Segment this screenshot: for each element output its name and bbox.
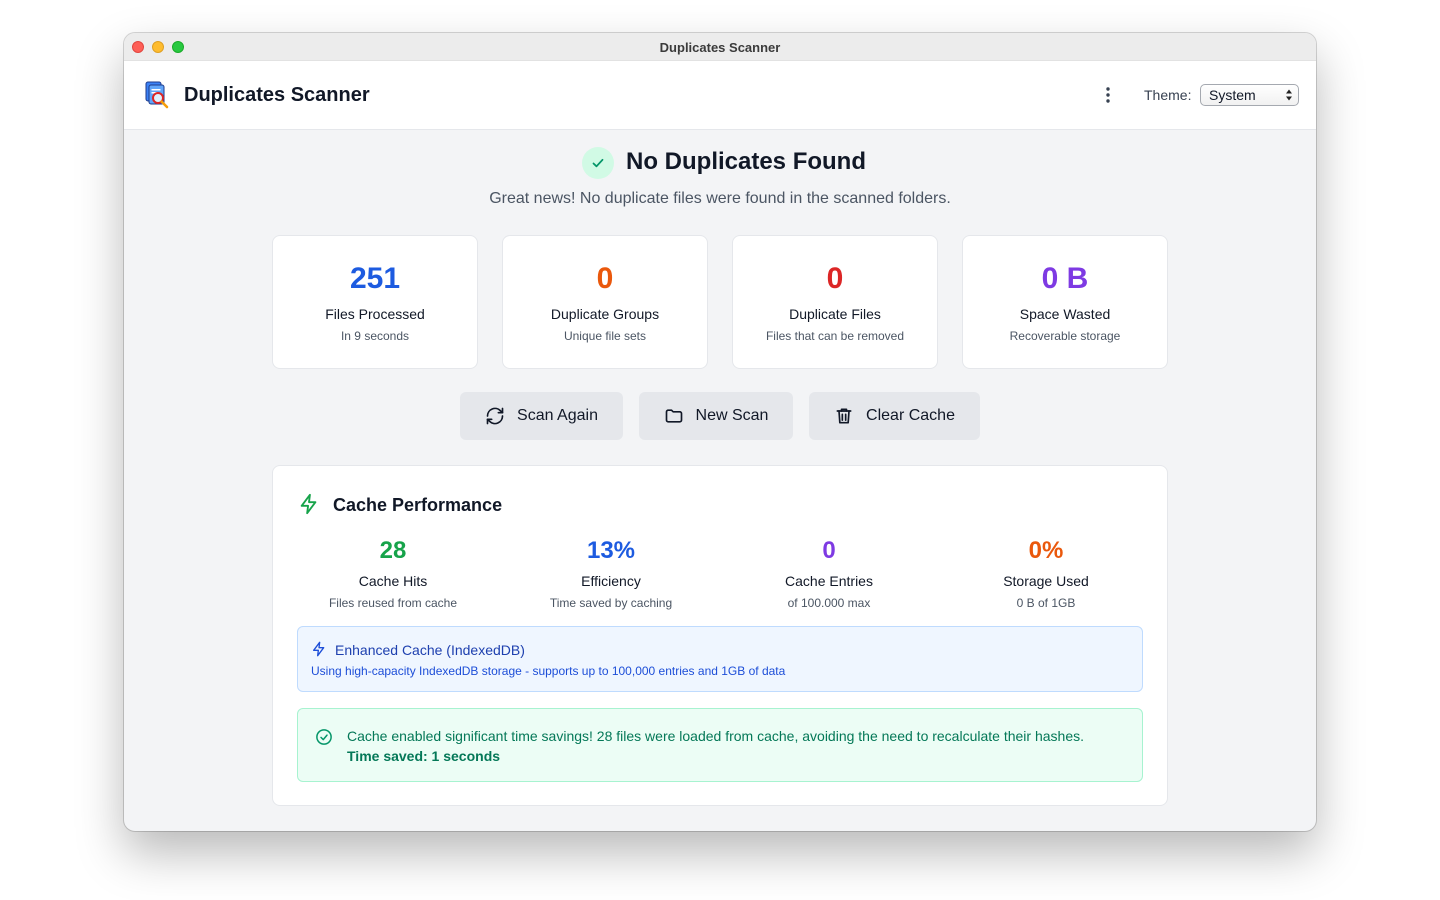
kebab-menu-icon[interactable] — [1098, 85, 1118, 105]
stat-card-files-processed: 251 Files Processed In 9 seconds — [272, 235, 478, 369]
window-titlebar[interactable]: Duplicates Scanner — [124, 33, 1316, 61]
trash-icon — [836, 408, 852, 424]
scan-again-label: Scan Again — [517, 407, 598, 424]
stat-sublabel: In 9 seconds — [340, 329, 410, 343]
metric-sublabel: 0 B of 1GB — [1016, 596, 1076, 610]
cache-info-description: Using high-capacity IndexedDB storage - … — [311, 664, 786, 678]
refresh-icon — [486, 407, 504, 425]
cache-success-box: Cache enabled significant time savings! … — [297, 708, 1143, 782]
cache-metric-storage: 0% Storage Used 0 B of 1GB — [937, 536, 1155, 610]
theme-label: Theme: — [1144, 87, 1192, 103]
clear-cache-button[interactable]: Clear Cache — [809, 392, 980, 440]
app-title: Duplicates Scanner — [184, 84, 370, 106]
stat-value: 0 B — [1041, 262, 1089, 295]
cache-metric-entries: 0 Cache Entries of 100.000 max — [720, 536, 938, 610]
stat-card-space-wasted: 0 B Space Wasted Recoverable storage — [962, 235, 1168, 369]
cache-time-saved: Time saved: 1 seconds — [347, 748, 501, 764]
lightning-icon — [300, 493, 317, 515]
metric-sublabel: of 100.000 max — [787, 596, 871, 610]
metric-value: 0% — [1028, 537, 1064, 564]
cache-info-box: Enhanced Cache (IndexedDB) Using high-ca… — [297, 626, 1143, 692]
stat-value: 251 — [349, 262, 401, 295]
app-header: Duplicates Scanner Theme: System — [124, 61, 1316, 130]
stat-sublabel: Recoverable storage — [1009, 329, 1121, 343]
metric-label: Cache Hits — [358, 573, 428, 589]
window-title: Duplicates Scanner — [659, 40, 781, 55]
stat-label: Duplicate Groups — [550, 306, 660, 322]
metric-sublabel: Files reused from cache — [328, 596, 458, 610]
stat-card-duplicate-groups: 0 Duplicate Groups Unique file sets — [502, 235, 708, 369]
new-scan-label: New Scan — [695, 407, 769, 424]
stat-card-duplicate-files: 0 Duplicate Files Files that can be remo… — [732, 235, 938, 369]
theme-select[interactable]: System — [1200, 84, 1299, 106]
stat-sublabel: Unique file sets — [563, 329, 647, 343]
lightning-icon — [313, 641, 325, 657]
success-checkmark-badge — [582, 147, 614, 179]
stat-label: Files Processed — [325, 306, 425, 322]
scan-again-button[interactable]: Scan Again — [460, 392, 623, 440]
metric-sublabel: Time saved by caching — [549, 596, 673, 610]
check-circle-icon — [316, 729, 332, 745]
cache-panel-title: Cache Performance — [333, 495, 503, 515]
stat-label: Duplicate Files — [789, 306, 881, 322]
folder-icon — [665, 409, 682, 423]
stat-sublabel: Files that can be removed — [765, 329, 905, 343]
metric-value: 0 — [822, 537, 836, 564]
stat-value: 0 — [826, 262, 844, 295]
stat-label: Space Wasted — [1019, 306, 1111, 322]
app-window: Duplicates Scanner Duplicates Scanner Th… — [124, 33, 1316, 831]
app-logo-icon — [145, 81, 169, 109]
metric-label: Cache Entries — [785, 573, 873, 589]
metric-value: 13% — [586, 537, 636, 564]
metric-value: 28 — [379, 537, 407, 564]
theme-select-value: System — [1209, 87, 1256, 103]
main-content: No Duplicates Found Great news! No dupli… — [124, 130, 1316, 830]
metric-label: Storage Used — [1003, 573, 1089, 589]
checkmark-icon — [592, 158, 604, 168]
clear-cache-label: Clear Cache — [866, 407, 955, 424]
cache-info-title: Enhanced Cache (IndexedDB) — [335, 642, 525, 658]
cache-metric-hits: 28 Cache Hits Files reused from cache — [284, 536, 502, 610]
page-subtitle: Great news! No duplicate files were foun… — [489, 190, 951, 207]
page-title: No Duplicates Found — [626, 148, 866, 175]
stat-value: 0 — [596, 262, 614, 295]
cache-performance-panel: Cache Performance 28 Cache Hits Files re… — [272, 465, 1168, 806]
cache-metric-efficiency: 13% Efficiency Time saved by caching — [502, 536, 720, 610]
select-arrows-icon — [1286, 89, 1292, 101]
cache-success-message: Cache enabled significant time savings! … — [347, 728, 1084, 744]
metric-label: Efficiency — [581, 573, 641, 589]
new-scan-button[interactable]: New Scan — [639, 392, 793, 440]
